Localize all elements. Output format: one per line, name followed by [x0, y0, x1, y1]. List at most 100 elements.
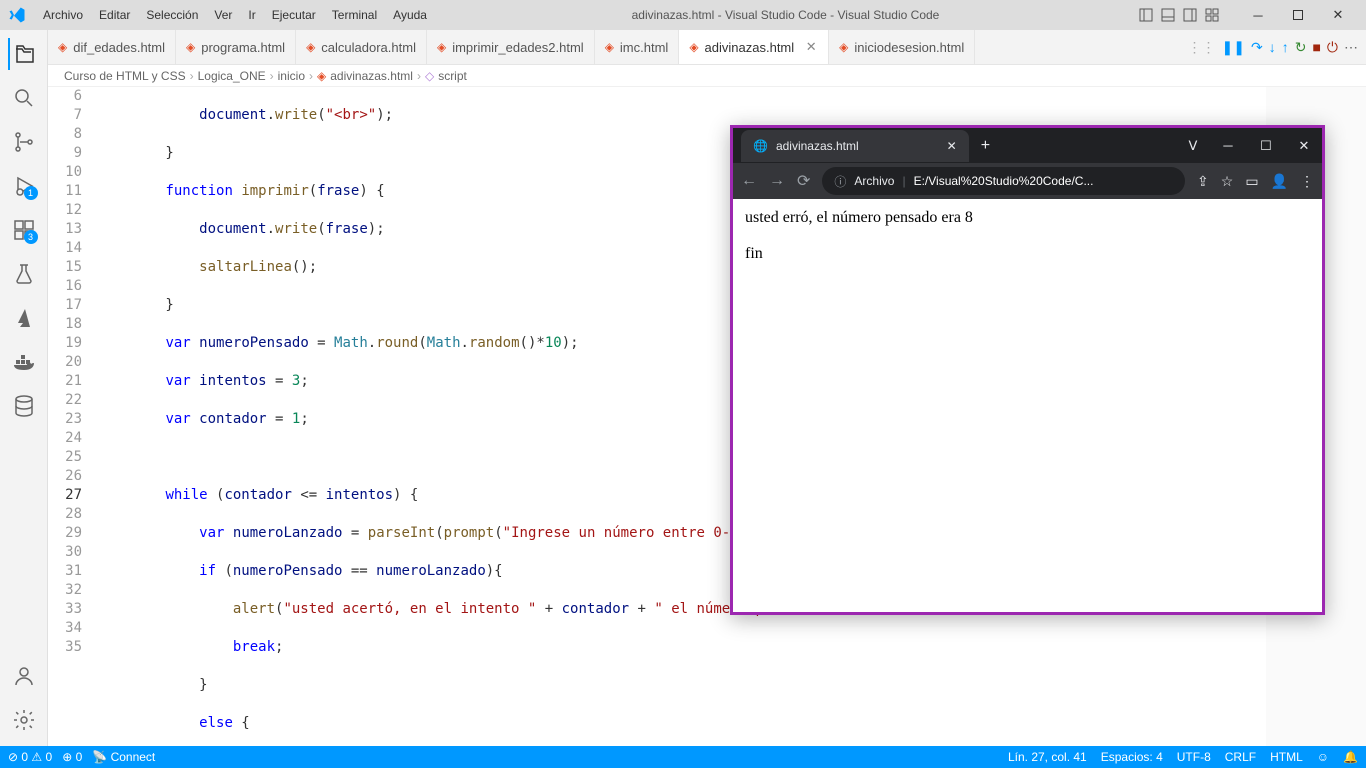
page-text: usted erró, el número pensado era 8: [745, 209, 1310, 227]
activity-bar: 1 3: [0, 30, 48, 746]
tab-imprimir-edades2[interactable]: ◈imprimir_edades2.html: [427, 30, 595, 64]
html-file-icon: ◈: [306, 40, 315, 54]
url-bar[interactable]: ⓘ Archivo | E:/Visual%20Studio%20Code/C.…: [822, 167, 1185, 195]
status-notifications-icon[interactable]: 🔔: [1343, 750, 1358, 764]
browser-minimize-icon[interactable]: ─: [1210, 131, 1246, 161]
browser-window: 🌐 adivinazas.html ✕ + ᐯ ─ ☐ ✕ ← → ⟳ ⓘ Ar…: [730, 125, 1325, 615]
browser-titlebar[interactable]: 🌐 adivinazas.html ✕ + ᐯ ─ ☐ ✕: [733, 128, 1322, 163]
browser-menu-icon[interactable]: ⋮: [1300, 173, 1314, 190]
minimize-icon[interactable]: ─: [1238, 0, 1278, 30]
tab-close-icon[interactable]: ✕: [804, 39, 818, 55]
debug-toolbar: ⋮⋮ ❚❚ ↷ ↓ ↑ ↻ ■ ⏻ ⋯: [1180, 30, 1366, 64]
browser-close-icon[interactable]: ✕: [1286, 131, 1322, 161]
docker-icon[interactable]: [8, 346, 40, 378]
globe-icon: 🌐: [753, 139, 768, 153]
reload-icon[interactable]: ⟳: [797, 171, 810, 191]
reading-list-icon[interactable]: ▭: [1245, 173, 1258, 190]
status-cursor-pos[interactable]: Lín. 27, col. 41: [1008, 750, 1087, 764]
debug-stop-icon[interactable]: ■: [1312, 39, 1320, 55]
menu-seleccion[interactable]: Selección: [139, 4, 205, 26]
toggle-secondary-sidebar-icon[interactable]: [1181, 6, 1199, 24]
vscode-logo-icon: [8, 6, 26, 24]
source-control-icon[interactable]: [8, 126, 40, 158]
browser-viewport: usted erró, el número pensado era 8 fin: [733, 199, 1322, 612]
chevron-down-icon[interactable]: ᐯ: [1178, 131, 1208, 161]
customize-layout-icon[interactable]: [1203, 6, 1221, 24]
debug-disconnect-icon[interactable]: ⏻: [1327, 39, 1338, 56]
breadcrumb-item[interactable]: Curso de HTML y CSS: [64, 69, 186, 83]
toggle-primary-sidebar-icon[interactable]: [1137, 6, 1155, 24]
menu-archivo[interactable]: Archivo: [36, 4, 90, 26]
status-language[interactable]: HTML: [1270, 750, 1303, 764]
tab-calculadora[interactable]: ◈calculadora.html: [296, 30, 427, 64]
tab-dif-edades[interactable]: ◈dif_edades.html: [48, 30, 176, 64]
html-file-icon: ◈: [437, 40, 446, 54]
azure-icon[interactable]: [8, 302, 40, 334]
page-text: fin: [745, 245, 1310, 263]
debug-pause-icon[interactable]: ❚❚: [1222, 39, 1245, 56]
browser-maximize-icon[interactable]: ☐: [1248, 131, 1284, 161]
back-icon[interactable]: ←: [741, 172, 757, 190]
html-file-icon: ◈: [317, 69, 326, 83]
maximize-icon[interactable]: [1278, 0, 1318, 30]
menu-ejecutar[interactable]: Ejecutar: [265, 4, 323, 26]
more-actions-icon[interactable]: ⋯: [1344, 39, 1358, 56]
line-gutter: 6789101112131415161718192021222324252627…: [48, 87, 98, 746]
status-port[interactable]: ⊕ 0: [62, 750, 82, 764]
settings-gear-icon[interactable]: [8, 704, 40, 736]
testing-icon[interactable]: [8, 258, 40, 290]
browser-tab[interactable]: 🌐 adivinazas.html ✕: [741, 130, 969, 162]
extensions-icon[interactable]: 3: [8, 214, 40, 246]
toggle-panel-icon[interactable]: [1159, 6, 1177, 24]
window-title: adivinazas.html - Visual Studio Code - V…: [434, 8, 1137, 22]
script-icon: ◇: [425, 69, 434, 83]
debug-restart-icon[interactable]: ↻: [1295, 39, 1307, 56]
breadcrumb-item[interactable]: inicio: [278, 69, 305, 83]
explorer-icon[interactable]: [8, 38, 40, 70]
status-eol[interactable]: CRLF: [1225, 750, 1256, 764]
browser-tab-close-icon[interactable]: ✕: [947, 139, 957, 153]
status-indent[interactable]: Espacios: 4: [1101, 750, 1163, 764]
breadcrumb-item[interactable]: Logica_ONE: [198, 69, 266, 83]
accounts-icon[interactable]: [8, 660, 40, 692]
html-file-icon: ◈: [186, 40, 195, 54]
debug-step-over-icon[interactable]: ↷: [1251, 39, 1263, 56]
html-file-icon: ◈: [689, 40, 698, 54]
tab-iniciodesesion[interactable]: ◈iniciodesesion.html: [829, 30, 975, 64]
debug-step-out-icon[interactable]: ↑: [1282, 39, 1289, 55]
menu-editar[interactable]: Editar: [92, 4, 137, 26]
breadcrumbs[interactable]: Curso de HTML y CSS› Logica_ONE› inicio›…: [48, 65, 1366, 87]
status-connect[interactable]: 📡 Connect: [92, 750, 155, 764]
menu-ver[interactable]: Ver: [207, 4, 239, 26]
forward-icon[interactable]: →: [769, 172, 785, 190]
breadcrumb-item[interactable]: script: [438, 69, 467, 83]
tab-imc[interactable]: ◈imc.html: [595, 30, 680, 64]
status-feedback-icon[interactable]: ☺: [1317, 750, 1329, 764]
share-icon[interactable]: ⇪: [1197, 173, 1209, 190]
status-encoding[interactable]: UTF-8: [1177, 750, 1211, 764]
menu-ir[interactable]: Ir: [241, 4, 262, 26]
profile-icon[interactable]: 👤: [1271, 173, 1288, 190]
editor-tabs: ◈dif_edades.html ◈programa.html ◈calcula…: [48, 30, 1366, 65]
html-file-icon: ◈: [839, 40, 848, 54]
new-tab-icon[interactable]: +: [981, 137, 990, 155]
database-icon[interactable]: [8, 390, 40, 422]
debug-step-into-icon[interactable]: ↓: [1269, 39, 1276, 55]
menubar: Archivo Editar Selección Ver Ir Ejecutar…: [36, 4, 434, 26]
drag-handle-icon[interactable]: ⋮⋮: [1188, 39, 1216, 56]
site-info-icon[interactable]: ⓘ: [834, 173, 846, 190]
breadcrumb-item[interactable]: adivinazas.html: [330, 69, 413, 83]
html-file-icon: ◈: [605, 40, 614, 54]
tab-adivinazas[interactable]: ◈adivinazas.html✕: [679, 30, 829, 64]
run-debug-icon[interactable]: 1: [8, 170, 40, 202]
html-file-icon: ◈: [58, 40, 67, 54]
bookmark-icon[interactable]: ☆: [1221, 173, 1234, 190]
close-window-icon[interactable]: ✕: [1318, 0, 1358, 30]
status-bar: ⊘ 0 ⚠ 0 ⊕ 0 📡 Connect Lín. 27, col. 41 E…: [0, 746, 1366, 768]
status-errors[interactable]: ⊘ 0 ⚠ 0: [8, 750, 52, 764]
tab-programa[interactable]: ◈programa.html: [176, 30, 296, 64]
menu-terminal[interactable]: Terminal: [325, 4, 384, 26]
titlebar: Archivo Editar Selección Ver Ir Ejecutar…: [0, 0, 1366, 30]
menu-ayuda[interactable]: Ayuda: [386, 4, 434, 26]
search-icon[interactable]: [8, 82, 40, 114]
